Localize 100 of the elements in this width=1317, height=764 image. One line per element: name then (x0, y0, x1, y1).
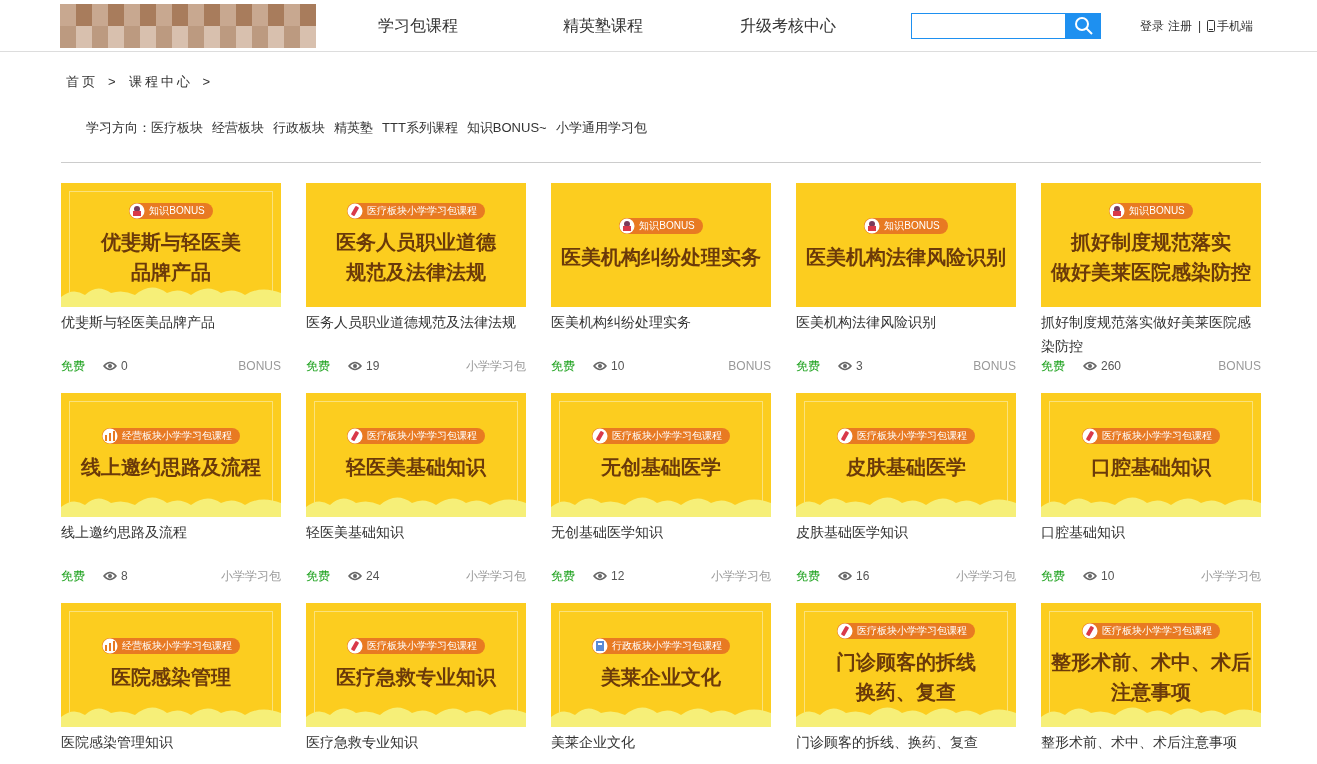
category-badge: 经营板块小学学习包课程 (102, 428, 240, 444)
breadcrumb-link[interactable]: 首页 (66, 72, 98, 92)
document-icon (592, 638, 608, 654)
course-banner[interactable]: 知识BONUS 抓好制度规范落实 做好美莱医院感染防控 (1041, 183, 1261, 307)
search-icon (1073, 15, 1094, 36)
course-tag: BONUS (238, 357, 281, 375)
course-banner[interactable]: 医疗板块小学学习包课程 无创基础医学 (551, 393, 771, 517)
reader-icon (619, 218, 636, 234)
course-title[interactable]: 无创基础医学知识 (551, 520, 771, 566)
course-title[interactable]: 轻医美基础知识 (306, 520, 526, 566)
view-count: 10 (1101, 568, 1115, 585)
course-banner[interactable]: 经营板块小学学习包课程 线上邀约思路及流程 (61, 393, 281, 517)
price-label: 免费 (1041, 358, 1066, 375)
category-badge: 医疗板块小学学习包课程 (347, 428, 485, 444)
price-label: 免费 (61, 568, 86, 585)
view-count: 16 (856, 568, 870, 585)
category-badge: 医疗板块小学学习包课程 (837, 428, 975, 444)
course-banner[interactable]: 医疗板块小学学习包课程 口腔基础知识 (1041, 393, 1261, 517)
course-title[interactable]: 美莱企业文化 (551, 730, 771, 764)
search-field[interactable] (911, 12, 1066, 39)
price-label: 免费 (61, 358, 86, 375)
course-tag: 小学学习包 (956, 567, 1016, 585)
filter-option[interactable]: 精英塾 (334, 118, 373, 138)
login-link[interactable]: 登录 (1140, 16, 1164, 35)
category-badge: 医疗板块小学学习包课程 (347, 638, 485, 654)
banner-title: 皮肤基础医学 (846, 455, 966, 480)
register-link[interactable]: 注册 (1168, 16, 1192, 35)
course-title[interactable]: 整形术前、术中、术后注意事项 (1041, 730, 1261, 764)
category-badge: 知识BONUS (129, 203, 213, 219)
banner-title: 线上邀约思路及流程 (81, 455, 261, 480)
breadcrumb-separator: > (202, 73, 214, 92)
course-banner[interactable]: 医疗板块小学学习包课程 医疗急救专业知识 (306, 603, 526, 727)
filter-option[interactable]: 行政板块 (273, 118, 325, 138)
course-title[interactable]: 口腔基础知识 (1041, 520, 1261, 566)
course-title[interactable]: 医务人员职业道德规范及法律法规 (306, 310, 526, 356)
category-badge: 经营板块小学学习包课程 (102, 638, 240, 654)
view-count: 8 (121, 568, 128, 585)
category-badge: 医疗板块小学学习包课程 (1082, 428, 1220, 444)
price-label: 免费 (306, 568, 331, 585)
mobile-link[interactable]: 手机端 (1207, 16, 1254, 35)
course-banner[interactable]: 医疗板块小学学习包课程 皮肤基础医学 (796, 393, 1016, 517)
course-banner[interactable]: 医疗板块小学学习包课程 医务人员职业道德 规范及法律法规 (306, 183, 526, 307)
course-banner[interactable]: 知识BONUS 医美机构法律风险识别 (796, 183, 1016, 307)
course-title[interactable]: 医院感染管理知识 (61, 730, 281, 764)
course-banner[interactable]: 医疗板块小学学习包课程 整形术前、术中、术后 注意事项 (1041, 603, 1261, 727)
view-count: 3 (856, 358, 863, 375)
eye-icon (838, 571, 852, 581)
course-title[interactable]: 皮肤基础医学知识 (796, 520, 1016, 566)
banner-title: 整形术前、术中、术后 (1051, 650, 1251, 675)
filter-label: 学习方向： (86, 119, 151, 138)
banner-title: 医美机构纠纷处理实务 (561, 245, 761, 270)
course-tag: 小学学习包 (466, 567, 526, 585)
filter-option[interactable]: 知识BONUS~ (466, 118, 547, 138)
banner-title: 医美机构法律风险识别 (806, 245, 1006, 270)
breadcrumb-link[interactable]: 课程中心 (128, 72, 193, 92)
view-count: 260 (1101, 358, 1122, 375)
filter-option[interactable]: 小学通用学习包 (555, 118, 647, 138)
view-count: 19 (366, 358, 380, 375)
logo[interactable] (60, 3, 316, 48)
price-label: 免费 (551, 568, 576, 585)
banner-title: 无创基础医学 (601, 455, 721, 480)
course-title[interactable]: 医美机构法律风险识别 (796, 310, 1016, 356)
course-title[interactable]: 医疗急救专业知识 (306, 730, 526, 764)
course-banner[interactable]: 知识BONUS 医美机构纠纷处理实务 (551, 183, 771, 307)
course-tag: 小学学习包 (466, 357, 526, 375)
price-label: 免费 (1041, 568, 1066, 585)
phone-icon (1207, 19, 1216, 32)
filter-option[interactable]: 医疗板块 (151, 118, 203, 138)
course-title[interactable]: 优斐斯与轻医美品牌产品 (61, 310, 281, 356)
filter-option[interactable]: 经营板块 (212, 118, 264, 138)
filter-option[interactable]: TTT系列课程 (382, 118, 458, 138)
reader-icon (1109, 203, 1126, 219)
course-title[interactable]: 抓好制度规范落实做好美莱医院感染防控 (1041, 310, 1261, 356)
reader-icon (864, 218, 881, 234)
course-banner[interactable]: 医疗板块小学学习包课程 轻医美基础知识 (306, 393, 526, 517)
category-badge: 医疗板块小学学习包课程 (1082, 623, 1220, 639)
course-banner[interactable]: 经营板块小学学习包课程 医院感染管理 (61, 603, 281, 727)
bar-chart-icon (102, 638, 118, 654)
course-title[interactable]: 线上邀约思路及流程 (61, 520, 281, 566)
course-title[interactable]: 医美机构纠纷处理实务 (551, 310, 771, 356)
eye-icon (1083, 361, 1097, 371)
eye-icon (1083, 571, 1097, 581)
eye-icon (348, 571, 362, 581)
banner-title: 美莱企业文化 (601, 665, 721, 690)
course-tag: 小学学习包 (1201, 567, 1261, 585)
banner-title: 医务人员职业道德 (336, 230, 496, 255)
banner-title: 优斐斯与轻医美 (101, 230, 241, 255)
course-banner[interactable]: 医疗板块小学学习包课程 门诊顾客的拆线 换药、复查 (796, 603, 1016, 727)
eye-icon (838, 361, 852, 371)
nav-link[interactable]: 精英塾课程 (510, 13, 695, 38)
price-label: 免费 (551, 358, 576, 375)
link-separator: | (1198, 17, 1202, 35)
course-banner[interactable]: 知识BONUS 优斐斯与轻医美 品牌产品 (61, 183, 281, 307)
search-button[interactable] (1066, 12, 1101, 39)
course-banner[interactable]: 行政板块小学学习包课程 美莱企业文化 (551, 603, 771, 727)
banner-title: 医疗急救专业知识 (336, 665, 496, 690)
course-title[interactable]: 门诊顾客的拆线、换药、复查 (796, 730, 1016, 764)
nav-link[interactable]: 学习包课程 (325, 13, 510, 38)
nav-link[interactable]: 升级考核中心 (695, 13, 880, 38)
category-badge: 医疗板块小学学习包课程 (837, 623, 975, 639)
